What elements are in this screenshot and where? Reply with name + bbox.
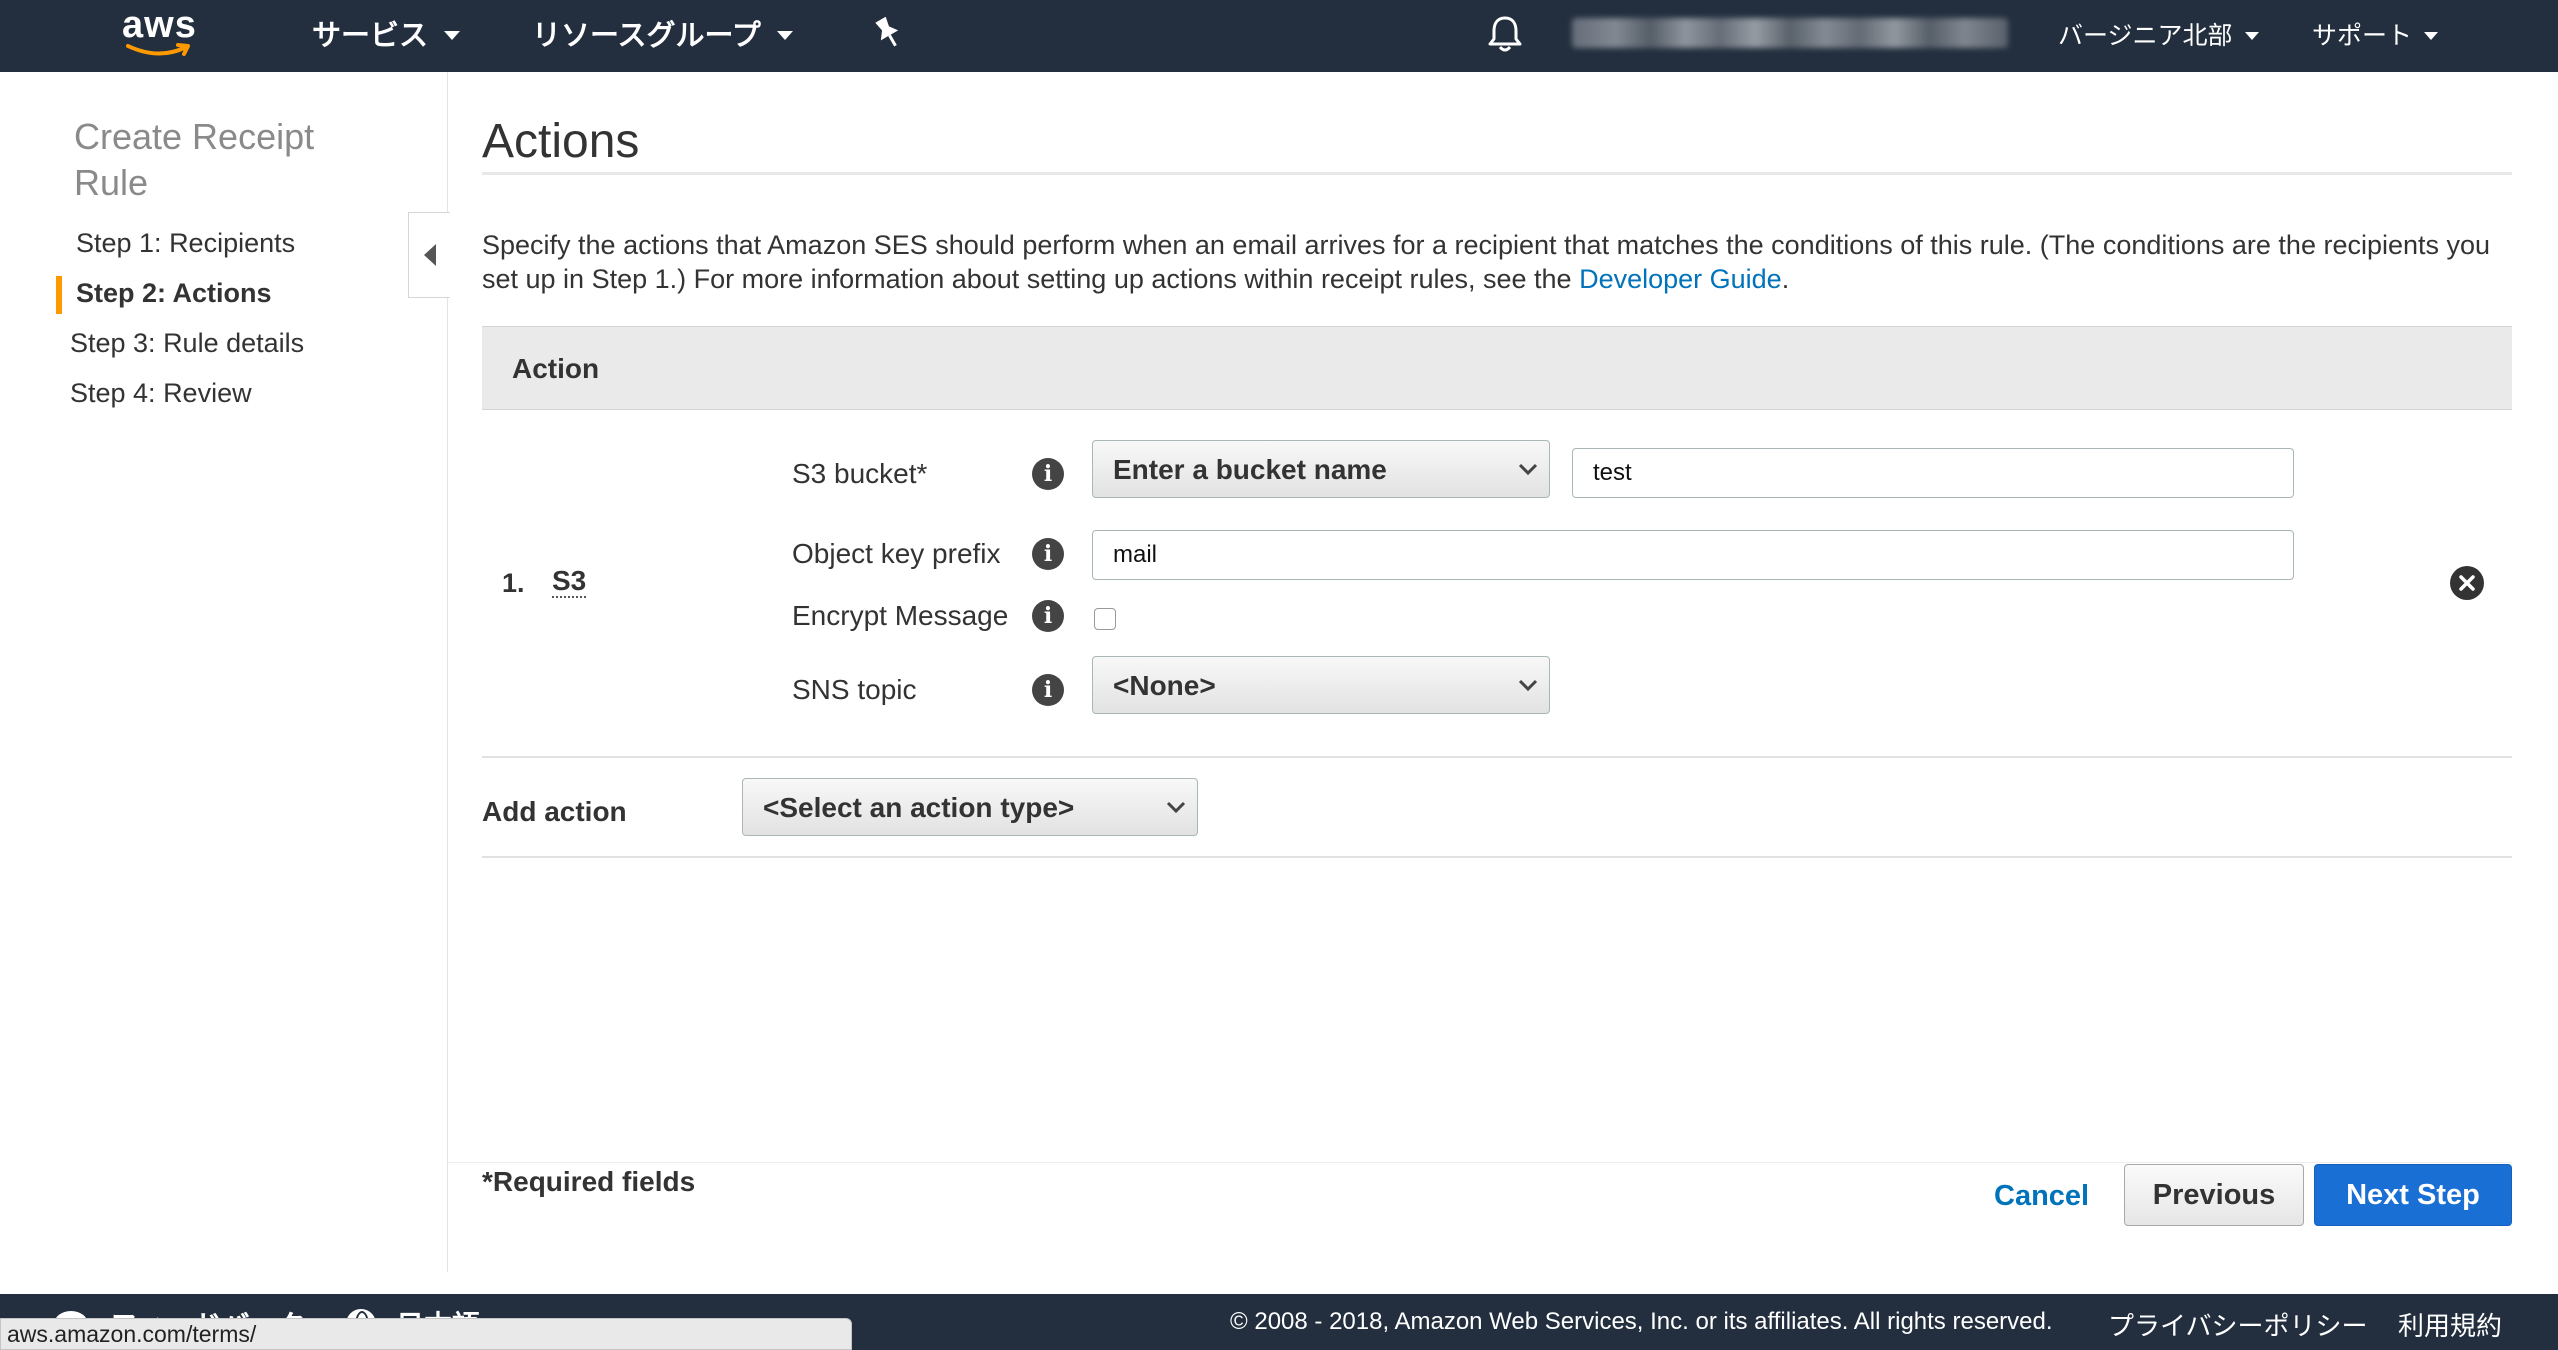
bell-icon[interactable]	[1486, 14, 1524, 54]
info-icon[interactable]: i	[1032, 600, 1064, 632]
sidebar-step-rule-details[interactable]: Step 3: Rule details	[70, 328, 304, 359]
required-fields-note: *Required fields	[482, 1166, 696, 1197]
info-icon[interactable]: i	[1032, 674, 1064, 706]
chevron-down-icon	[776, 30, 793, 40]
s3-bucket-name-input[interactable]	[1572, 448, 2294, 498]
chevron-down-icon	[444, 30, 461, 40]
resource-groups-menu[interactable]: リソースグループ	[532, 12, 793, 54]
sidebar-step-recipients[interactable]: Step 1: Recipients	[76, 228, 295, 259]
object-key-prefix-label: Object key prefix	[792, 538, 1001, 569]
title-divider	[482, 172, 2512, 175]
page-description: Specify the actions that Amazon SES shou…	[482, 228, 2512, 296]
aws-logo-text: aws	[122, 4, 197, 46]
add-action-select-value: <Select an action type>	[763, 792, 1075, 823]
s3-bucket-select[interactable]: Enter a bucket name	[1092, 440, 1550, 498]
sidebar-step-actions[interactable]: Step 2: Actions	[76, 278, 272, 309]
action-column-header: Action	[512, 353, 600, 384]
chevron-down-icon	[1166, 801, 1186, 814]
encrypt-message-checkbox[interactable]	[1094, 608, 1116, 630]
resource-groups-menu-label: リソースグループ	[532, 20, 761, 52]
action-row-divider	[482, 756, 2512, 758]
support-menu-label: サポート	[2312, 22, 2413, 50]
support-menu[interactable]: サポート	[2312, 16, 2439, 52]
collapse-sidebar-button[interactable]	[408, 212, 450, 298]
region-menu[interactable]: バージニア北部	[2058, 16, 2259, 52]
chevron-down-icon	[1518, 679, 1538, 692]
action-table-header: Action	[482, 326, 2512, 410]
s3-bucket-select-value: Enter a bucket name	[1113, 454, 1387, 485]
cancel-button[interactable]: Cancel	[1994, 1180, 2089, 1213]
sns-topic-select-value: <None>	[1113, 670, 1216, 701]
info-icon[interactable]: i	[1032, 458, 1064, 490]
terms-link[interactable]: 利用規約	[2398, 1306, 2502, 1343]
top-navigation-bar: aws サービス リソースグループ バージニア北部 サポート	[0, 0, 2558, 72]
add-action-select[interactable]: <Select an action type>	[742, 778, 1198, 836]
remove-action-icon[interactable]	[2450, 566, 2484, 600]
encrypt-message-label: Encrypt Message	[792, 600, 1009, 631]
description-end: .	[1781, 264, 1790, 294]
region-menu-label: バージニア北部	[2058, 22, 2233, 50]
info-icon[interactable]: i	[1032, 538, 1064, 570]
chevron-down-icon	[2244, 32, 2259, 40]
action-number: 1.	[502, 568, 525, 598]
active-step-indicator	[56, 276, 62, 314]
services-menu-label: サービス	[312, 20, 429, 52]
developer-guide-link[interactable]: Developer Guide	[1579, 264, 1782, 294]
sidebar-title: Create Receipt Rule	[74, 116, 315, 203]
wizard-sidebar: Create Receipt Rule Step 1: Recipients S…	[0, 72, 450, 1272]
add-action-divider	[482, 856, 2512, 858]
services-menu[interactable]: サービス	[312, 12, 461, 54]
chevron-down-icon	[1518, 463, 1538, 476]
aws-smile-icon	[126, 43, 190, 56]
pin-icon[interactable]	[872, 16, 902, 50]
wizard-footer-divider	[448, 1162, 2512, 1163]
browser-status-url: aws.amazon.com/terms/	[0, 1318, 852, 1350]
object-key-prefix-input[interactable]	[1092, 530, 2294, 580]
next-step-button[interactable]: Next Step	[2314, 1164, 2512, 1226]
aws-logo[interactable]: aws	[118, 4, 208, 64]
sidebar-step-review[interactable]: Step 4: Review	[70, 378, 252, 409]
s3-bucket-label: S3 bucket*	[792, 458, 928, 489]
action-type-s3[interactable]: S3	[552, 566, 587, 598]
description-text: Specify the actions that Amazon SES shou…	[482, 230, 2491, 294]
add-action-label: Add action	[482, 796, 627, 827]
privacy-policy-link[interactable]: プライバシーポリシー	[2108, 1306, 2367, 1343]
chevron-left-icon	[423, 244, 436, 266]
page-title: Actions	[482, 115, 640, 168]
chevron-down-icon	[2424, 32, 2439, 40]
close-icon	[2459, 575, 2475, 591]
copyright-text: © 2008 - 2018, Amazon Web Services, Inc.…	[1230, 1308, 2053, 1335]
sns-topic-select[interactable]: <None>	[1092, 656, 1550, 714]
account-name-redacted[interactable]	[1572, 18, 2008, 48]
previous-button[interactable]: Previous	[2124, 1164, 2304, 1226]
sns-topic-label: SNS topic	[792, 674, 917, 705]
